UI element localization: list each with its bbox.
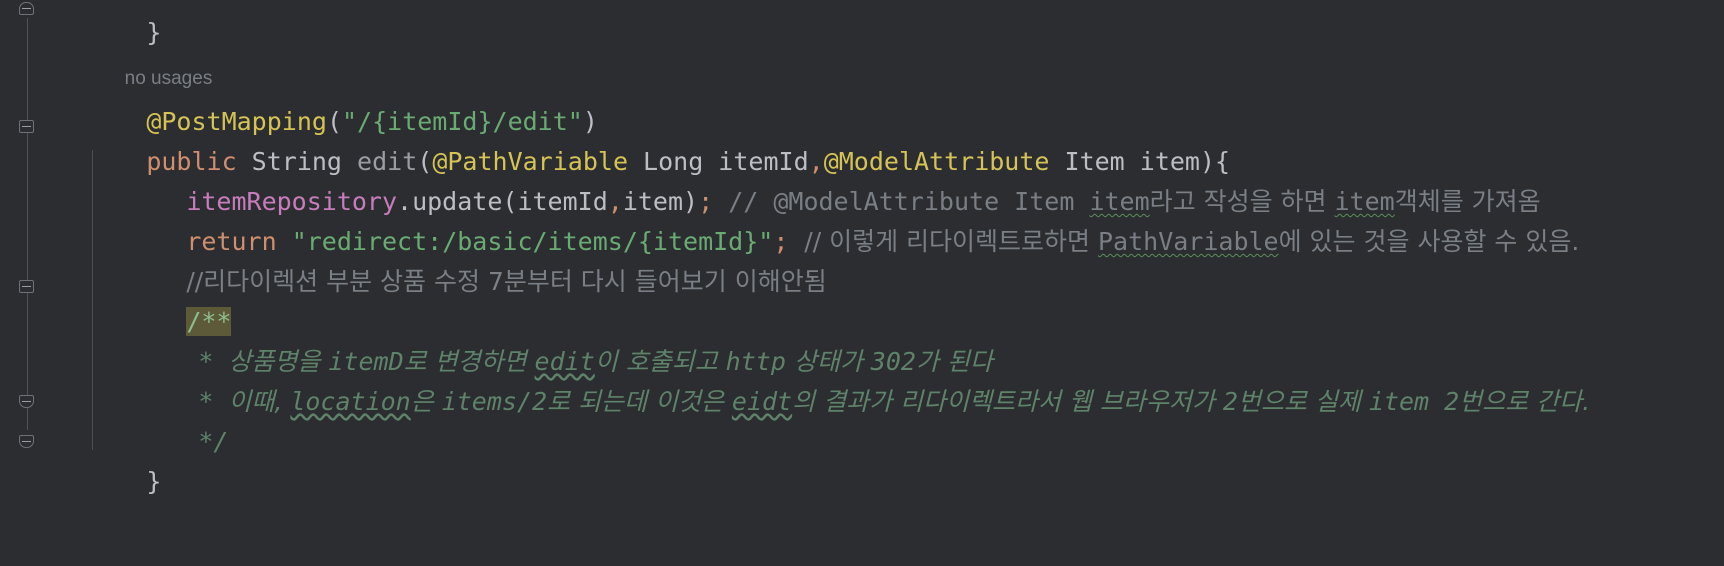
code-editor[interactable]: } no usages @PostMapping("/{itemId}/edit… <box>0 0 1724 566</box>
code-line-javadoc-close[interactable]: */ <box>56 382 1724 456</box>
fold-marker-method-end[interactable] <box>19 0 36 17</box>
code-line-javadoc-open[interactable]: /** <box>56 262 1724 336</box>
fold-minus-icon <box>22 8 31 9</box>
fold-minus-icon <box>22 286 31 287</box>
fold-minus-icon <box>22 441 31 442</box>
fold-marker-javadoc[interactable] <box>19 393 36 410</box>
inlay-hint-no-usages[interactable]: no usages <box>56 30 1724 89</box>
code-folding-rail <box>27 18 28 430</box>
code-line-previous-close-brace[interactable]: } <box>56 0 1724 45</box>
code-line-method-signature[interactable]: public String edit(@PathVariable Long it… <box>56 102 1724 176</box>
code-line-return-redirect[interactable]: return "redirect:/basic/items/{itemId}";… <box>56 182 1724 256</box>
fold-marker-block[interactable] <box>19 278 36 295</box>
fold-marker-class-end[interactable] <box>19 433 36 450</box>
fold-marker-method-start[interactable] <box>19 118 36 135</box>
fold-minus-icon <box>22 401 31 402</box>
code-line-javadoc-body-1[interactable]: * 상품명을 itemD로 변경하면 edit이 호출되고 http 상태가 3… <box>56 302 1724 376</box>
code-line-post-mapping[interactable]: @PostMapping("/{itemId}/edit") <box>56 62 1724 136</box>
code-line-note-comment[interactable]: //리다이렉션 부분 상품 수정 7분부터 다시 들어보기 이해안됨 <box>56 222 1724 296</box>
fold-minus-icon <box>22 126 31 127</box>
code-line-close-brace[interactable]: } <box>56 422 1724 496</box>
token-rbrace: } <box>146 467 162 496</box>
code-content[interactable]: } no usages @PostMapping("/{itemId}/edit… <box>56 0 1724 566</box>
code-line-javadoc-body-2[interactable]: * 이때, location은 items/2로 되는데 이것은 eidt의 결… <box>56 342 1724 416</box>
editor-gutter[interactable] <box>0 0 56 566</box>
code-line-update-call[interactable]: itemRepository.update(itemId,item); // @… <box>56 142 1724 216</box>
